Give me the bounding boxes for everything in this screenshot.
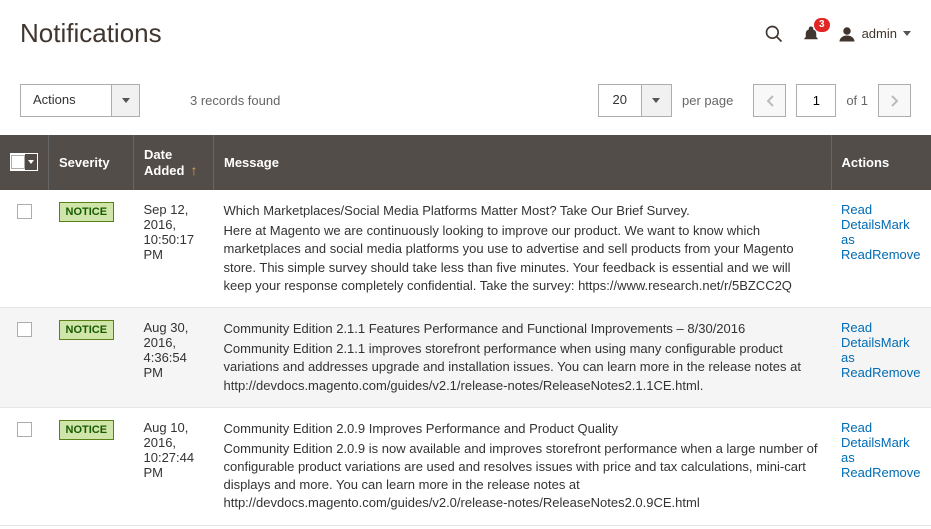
column-header-date[interactable]: Date Added ↑: [134, 135, 214, 190]
column-header-date-label: Date Added: [144, 147, 184, 178]
chevron-right-icon: [891, 95, 899, 107]
chevron-down-icon: [28, 160, 34, 164]
per-page-label: per page: [682, 93, 733, 108]
read-details-link[interactable]: Read Details: [841, 320, 881, 350]
actions-cell: Read DetailsMark as ReadRemove: [831, 407, 931, 525]
message-cell: Community Edition 2.0.9 Improves Perform…: [214, 407, 832, 525]
message-cell: Community Edition 2.1.1 Features Perform…: [214, 307, 832, 407]
chevron-down-icon: [122, 98, 130, 103]
select-all-checkbox[interactable]: [11, 155, 25, 169]
table-row: NOTICE Aug 30, 2016, 4:36:54 PMCommunity …: [0, 307, 931, 407]
records-found-label: 3 records found: [190, 93, 280, 108]
severity-badge: NOTICE: [59, 420, 115, 440]
severity-badge: NOTICE: [59, 320, 115, 340]
page-number-input[interactable]: [796, 84, 836, 117]
page-title: Notifications: [20, 18, 162, 49]
bulk-actions-select[interactable]: Actions: [20, 84, 140, 117]
page-size-value: 20: [599, 85, 641, 116]
prev-page-button[interactable]: [753, 84, 786, 117]
row-checkbox[interactable]: [17, 422, 32, 437]
table-row: NOTICE Aug 10, 2016, 10:27:44 PMCommunity…: [0, 407, 931, 525]
column-header-select[interactable]: [0, 135, 49, 190]
user-icon: [838, 25, 856, 43]
notifications-icon[interactable]: 3: [802, 25, 820, 43]
actions-cell: Read DetailsMark as ReadRemove: [831, 307, 931, 407]
date-cell: Aug 10, 2016, 10:27:44 PM: [134, 407, 214, 525]
column-header-actions: Actions: [831, 135, 931, 190]
table-row: NOTICE Sep 12, 2016, 10:50:17 PMWhich Mar…: [0, 190, 931, 307]
notifications-table: Severity Date Added ↑ Message Actions NOT…: [0, 135, 931, 526]
page-of-label: of 1: [846, 93, 868, 108]
read-details-link[interactable]: Read Details: [841, 202, 881, 232]
read-details-link[interactable]: Read Details: [841, 420, 881, 450]
notification-badge: 3: [814, 18, 830, 32]
user-menu[interactable]: admin: [838, 25, 911, 43]
date-cell: Aug 30, 2016, 4:36:54 PM: [134, 307, 214, 407]
page-size-select[interactable]: 20: [598, 84, 672, 117]
row-checkbox[interactable]: [17, 322, 32, 337]
column-header-message[interactable]: Message: [214, 135, 832, 190]
remove-link[interactable]: Remove: [872, 465, 920, 480]
remove-link[interactable]: Remove: [872, 247, 920, 262]
select-all-toggle[interactable]: [25, 154, 37, 170]
row-checkbox[interactable]: [17, 204, 32, 219]
column-header-severity[interactable]: Severity: [49, 135, 134, 190]
search-icon[interactable]: [764, 24, 784, 44]
chevron-down-icon: [652, 98, 660, 103]
date-cell: Sep 12, 2016, 10:50:17 PM: [134, 190, 214, 307]
actions-cell: Read DetailsMark as ReadRemove: [831, 190, 931, 307]
severity-badge: NOTICE: [59, 202, 115, 222]
page-size-toggle[interactable]: [641, 85, 671, 116]
next-page-button[interactable]: [878, 84, 911, 117]
message-cell: Which Marketplaces/Social Media Platform…: [214, 190, 832, 307]
sort-asc-icon: ↑: [190, 162, 197, 178]
remove-link[interactable]: Remove: [872, 365, 920, 380]
chevron-left-icon: [766, 95, 774, 107]
username-label: admin: [862, 26, 897, 41]
bulk-actions-toggle[interactable]: [111, 85, 139, 116]
bulk-actions-label: Actions: [21, 85, 111, 116]
chevron-down-icon: [903, 31, 911, 36]
